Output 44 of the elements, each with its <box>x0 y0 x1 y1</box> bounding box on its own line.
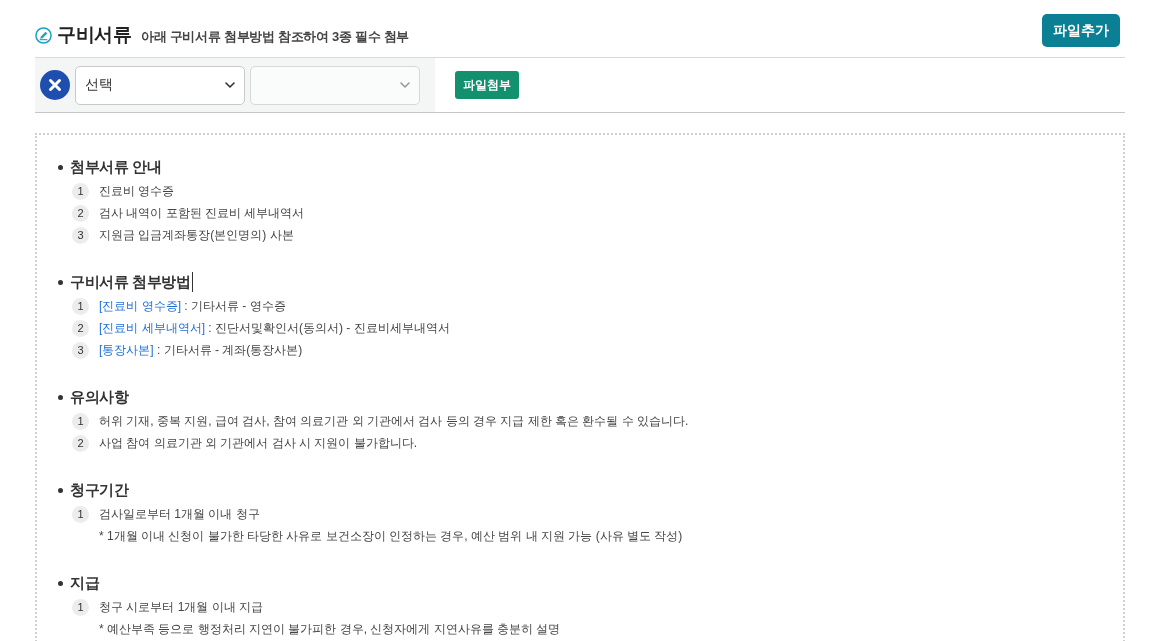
bullet-dot-icon <box>58 279 63 285</box>
item-number: 2 <box>72 319 89 337</box>
item-number: 3 <box>72 226 89 244</box>
dropdown-field[interactable]: 선택 <box>75 65 245 105</box>
guide-item-text: 허위 기재, 중복 지원, 급여 검사, 참여 의료기관 외 기관에서 검사 등의 경우 지급 제한 혹은 환수될 수 있습니다. <box>99 412 689 430</box>
bullet-dot-icon <box>58 487 63 493</box>
guide-heading: 청구기간 <box>70 480 129 500</box>
guide-note: * 예산부족 등으로 행정처리 지연이 불가피한 경우, 신청자에게 지연사유를 충분히 설명 <box>98 621 562 638</box>
guide-item-text: [진료비 영수증] : 기타서류 - 영수증 <box>99 297 286 315</box>
guide-note: * 1개월 이내 신청이 불가한 타당한 사유로 보건소장이 인정하는 경우, 예산 범위 내 지원 가능 (사유 별도 작성) <box>98 528 684 545</box>
item-number: 3 <box>72 341 89 359</box>
guide-item-text: [진료비 세부내역서] : 진단서및확인서(동의서) - 진료비세부내역서 <box>99 319 450 337</box>
guide-heading: 지급 <box>70 573 100 593</box>
item-number: 1 <box>72 297 89 315</box>
item-number: 1 <box>72 182 89 200</box>
guide-item-text: 사업 참여 의료기관 외 기관에서 검사 시 지원이 불가합니다. <box>99 434 417 452</box>
guide-heading: 유의사항 <box>70 387 129 407</box>
pencil-icon <box>35 26 52 44</box>
chevron-down-icon <box>400 82 410 88</box>
guide-item-text: 검사일로부터 1개월 이내 청구 <box>99 505 260 523</box>
guide-heading: 첨부서류 안내 <box>70 157 162 177</box>
bullet-dot-icon <box>58 164 63 170</box>
item-number: 1 <box>72 505 89 523</box>
guide-item-text: [통장사본] : 기타서류 - 계좌(통장사본) <box>99 341 303 359</box>
close-icon[interactable] <box>40 70 70 100</box>
item-number: 2 <box>72 204 89 222</box>
attach-file-button[interactable]: 파일첨부 <box>455 71 519 99</box>
item-number: 1 <box>72 412 89 430</box>
item-number: 1 <box>72 598 89 616</box>
chevron-down-icon <box>225 82 235 88</box>
document-link[interactable]: [통장사본] <box>99 342 154 357</box>
guide-item-text: 진료비 영수증 <box>99 182 175 200</box>
section-title: 구비서류 <box>57 23 131 47</box>
document-link[interactable]: [진료비 영수증] <box>99 298 181 313</box>
guide-heading: 구비서류 첨부방법 <box>70 272 191 292</box>
guide-item-text: 청구 시로부터 1개월 이내 지급 <box>99 598 263 616</box>
bullet-dot-icon <box>58 580 63 586</box>
section-subtitle: 아래 구비서류 첨부방법 참조하여 3종 필수 첨부 <box>141 27 410 46</box>
guide-item-text: 지원금 입금계좌통장(본인명의) 사본 <box>99 226 294 244</box>
bullet-dot-icon <box>58 394 63 400</box>
add-file-button[interactable]: 파일추가 <box>1042 14 1120 47</box>
item-number: 2 <box>72 434 89 452</box>
document-link[interactable]: [진료비 세부내역서] <box>99 320 205 335</box>
guide-item-text: 검사 내역이 포함된 진료비 세부내역서 <box>99 204 305 222</box>
